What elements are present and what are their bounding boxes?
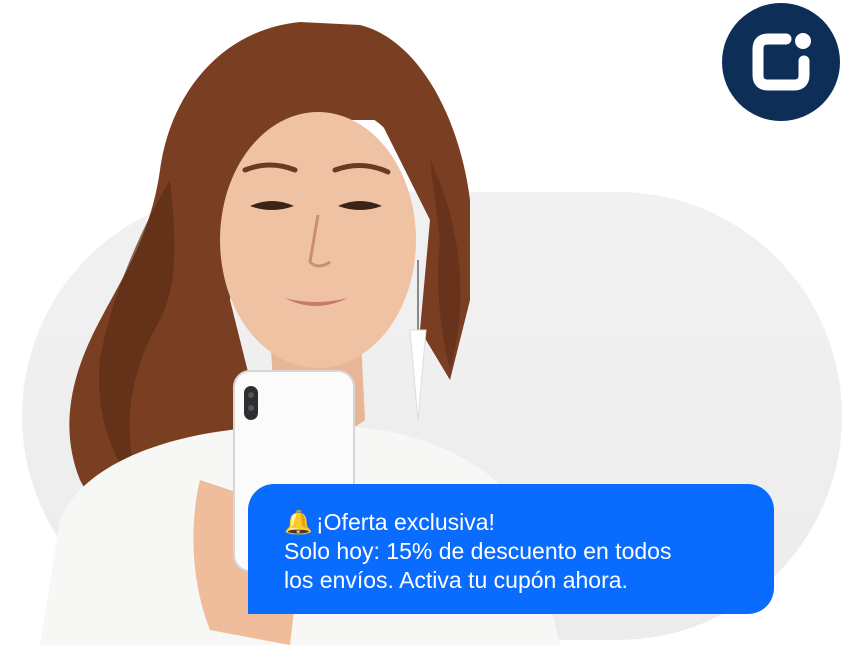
notification-bubble: 🔔 ¡Oferta exclusiva! Solo hoy: 15% de des… — [248, 484, 774, 614]
notification-line-2: los envíos. Activa tu cupón ahora. — [284, 567, 628, 593]
notification-line-1: Solo hoy: 15% de descuento en todos — [284, 538, 672, 564]
promo-scene: 🔔 ¡Oferta exclusiva! Solo hoy: 15% de des… — [0, 0, 842, 645]
notification-title: ¡Oferta exclusiva! — [316, 509, 495, 535]
face — [220, 112, 416, 368]
chat-bubble-dot-icon — [752, 33, 811, 91]
brand-logo — [722, 3, 840, 121]
notification-title-row: 🔔 ¡Oferta exclusiva! — [284, 508, 744, 537]
bell-icon: 🔔 — [284, 509, 313, 535]
